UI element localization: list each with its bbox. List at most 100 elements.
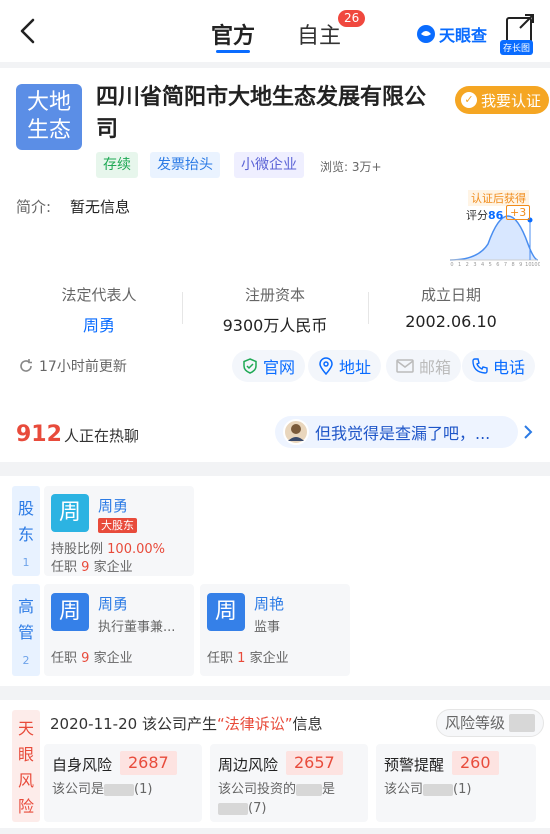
risk-desc-b: (1) — [134, 782, 153, 797]
jobs-number: 9 — [81, 651, 90, 666]
jobs-prefix: 任职 — [51, 651, 78, 666]
risk-date: 2020-11-20 — [50, 715, 138, 733]
score-tick-label: 0 — [450, 262, 453, 268]
risk-headline[interactable]: 2020-11-20 该公司产生“法律诉讼”信息 — [50, 713, 323, 734]
risk-desc-b: (1) — [453, 782, 472, 797]
tianyancha-logo: 天眼查 — [416, 22, 487, 46]
verify-button[interactable]: ✓ 我要认证 — [455, 86, 550, 114]
risk-title-mid: 该公司产生 — [141, 715, 217, 733]
longshot-label[interactable]: 存长图 — [500, 40, 534, 55]
score-line: 评分86 — [466, 207, 503, 223]
status-tag: 存续 — [96, 152, 138, 178]
logo-mark-icon — [417, 25, 435, 43]
update-text: 17小时前更新 — [39, 359, 127, 375]
jobs-suffix: 家企业 — [93, 560, 133, 575]
share-ratio-value: 100.00% — [107, 542, 165, 557]
shareholders-side-label[interactable]: 股东 1 — [12, 486, 40, 576]
risk-card-label: 自身风险 — [52, 756, 113, 774]
location-pin-icon — [319, 357, 333, 375]
major-shareholder-badge: 大股东 — [98, 518, 137, 533]
shareholder-card[interactable]: 周 周勇 大股东 持股比例 100.00% 任职 9 家企业 — [44, 486, 194, 576]
blurred-value — [423, 783, 454, 796]
blurred-value — [218, 802, 248, 815]
divider — [0, 462, 550, 476]
hot-count: 912 — [16, 422, 62, 447]
risk-side-text: 天眼风险 — [18, 719, 35, 816]
website-button[interactable]: 官网 — [232, 350, 306, 382]
risk-card-desc: 该公司是 (1) — [52, 780, 152, 799]
jobs-count: 任职 9 家企业 — [51, 647, 133, 666]
score-tick-label: 2 — [466, 262, 469, 268]
avatar: 周 — [51, 593, 89, 631]
management-count: 2 — [22, 654, 30, 667]
jobs-count: 任职 9 家企业 — [51, 556, 133, 575]
tab-self[interactable]: 自主 — [297, 18, 341, 50]
tab-official[interactable]: 官方 — [211, 18, 255, 50]
score-tick-label: 4 — [481, 262, 484, 268]
view-count: 浏览: 3万+ — [320, 160, 382, 174]
score-plus: +3 — [506, 205, 531, 220]
score-value: 86 — [488, 209, 504, 222]
logo-text: 天眼查 — [439, 26, 488, 45]
person-role: 监事 — [254, 620, 281, 635]
legal-rep-stat[interactable]: 法定代表人 周勇 — [14, 284, 184, 336]
invoice-tag[interactable]: 发票抬头 — [150, 152, 220, 178]
jobs-prefix: 任职 — [51, 560, 78, 575]
chat-bubble[interactable]: 但我觉得是查漏了吧，... — [275, 416, 518, 448]
score-tick-label: 1 — [458, 262, 461, 268]
risk-level-label: 风险等级 — [445, 714, 506, 732]
refresh-icon — [20, 359, 32, 372]
jobs-suffix: 家企业 — [93, 651, 133, 666]
surrounding-risk-card[interactable]: 周边风险 2657 该公司投资的 是 (7) — [210, 744, 368, 822]
risk-side-label[interactable]: 天眼风险 — [12, 710, 40, 822]
risk-card-count: 2687 — [120, 751, 177, 775]
jobs-number: 9 — [81, 560, 90, 575]
phone-icon — [472, 358, 488, 374]
company-name: 四川省简阳市大地生态发展有限公司 — [96, 85, 427, 142]
founded-stat: 成立日期 2002.06.10 — [366, 284, 536, 331]
divider — [0, 686, 550, 700]
warning-card[interactable]: 预警提醒 260 该公司 (1) — [376, 744, 536, 822]
blurred-value — [509, 714, 536, 732]
manager-card[interactable]: 周 周艳 监事 任职 1 家企业 — [200, 584, 350, 676]
back-arrow-icon[interactable] — [14, 16, 44, 46]
risk-title-end: 信息 — [292, 715, 323, 733]
manager-card[interactable]: 周 周勇 执行董事兼... 任职 9 家企业 — [44, 584, 194, 676]
mail-icon — [396, 359, 414, 373]
top-nav: 官方 自主 26 天眼查 存长图 — [0, 0, 550, 62]
jobs-prefix: 任职 — [207, 651, 234, 666]
hot-chat-count[interactable]: 912 人正在热聊 — [16, 422, 139, 447]
tab-self-badge: 26 — [338, 10, 366, 27]
jobs-count: 任职 1 家企业 — [207, 647, 289, 666]
address-button[interactable]: 地址 — [308, 350, 382, 382]
self-risk-card[interactable]: 自身风险 2687 该公司是 (1) — [44, 744, 202, 822]
small-enterprise-tag: 小微企业 — [234, 152, 304, 178]
update-info: 17小时前更新 — [18, 356, 127, 376]
divider — [0, 828, 550, 834]
score-tick-label: 9 — [519, 262, 522, 268]
chevron-right-icon[interactable] — [522, 424, 534, 440]
risk-card-desc: 该公司 (1) — [384, 780, 471, 799]
intro-label: 简介: — [16, 198, 52, 216]
score-tick-label: 7 — [504, 262, 507, 268]
person-name[interactable]: 周勇 — [98, 495, 128, 516]
avatar — [283, 419, 309, 445]
capital-stat: 注册资本 9300万人民币 — [190, 284, 360, 336]
capital-label: 注册资本 — [244, 286, 305, 304]
verify-label: 我要认证 — [481, 91, 542, 110]
avatar: 周 — [207, 593, 245, 631]
risk-level-button[interactable]: 风险等级 — [436, 709, 545, 737]
management-side-label[interactable]: 高管 2 — [12, 584, 40, 676]
phone-button[interactable]: 电话 — [462, 350, 536, 382]
score-tick-label: 6 — [496, 262, 499, 268]
risk-desc-b: 是 — [322, 782, 336, 797]
person-name[interactable]: 周艳 — [254, 593, 284, 614]
founded-label: 成立日期 — [420, 286, 481, 304]
risk-card-count: 260 — [452, 751, 499, 775]
person-name[interactable]: 周勇 — [98, 593, 128, 614]
score-tick-label: 100 — [531, 262, 540, 268]
legal-rep-value[interactable]: 周勇 — [14, 312, 184, 336]
blurred-value — [296, 783, 323, 796]
risk-desc-a: 该公司投资的 — [218, 782, 297, 797]
risk-card-label: 周边风险 — [218, 756, 279, 774]
